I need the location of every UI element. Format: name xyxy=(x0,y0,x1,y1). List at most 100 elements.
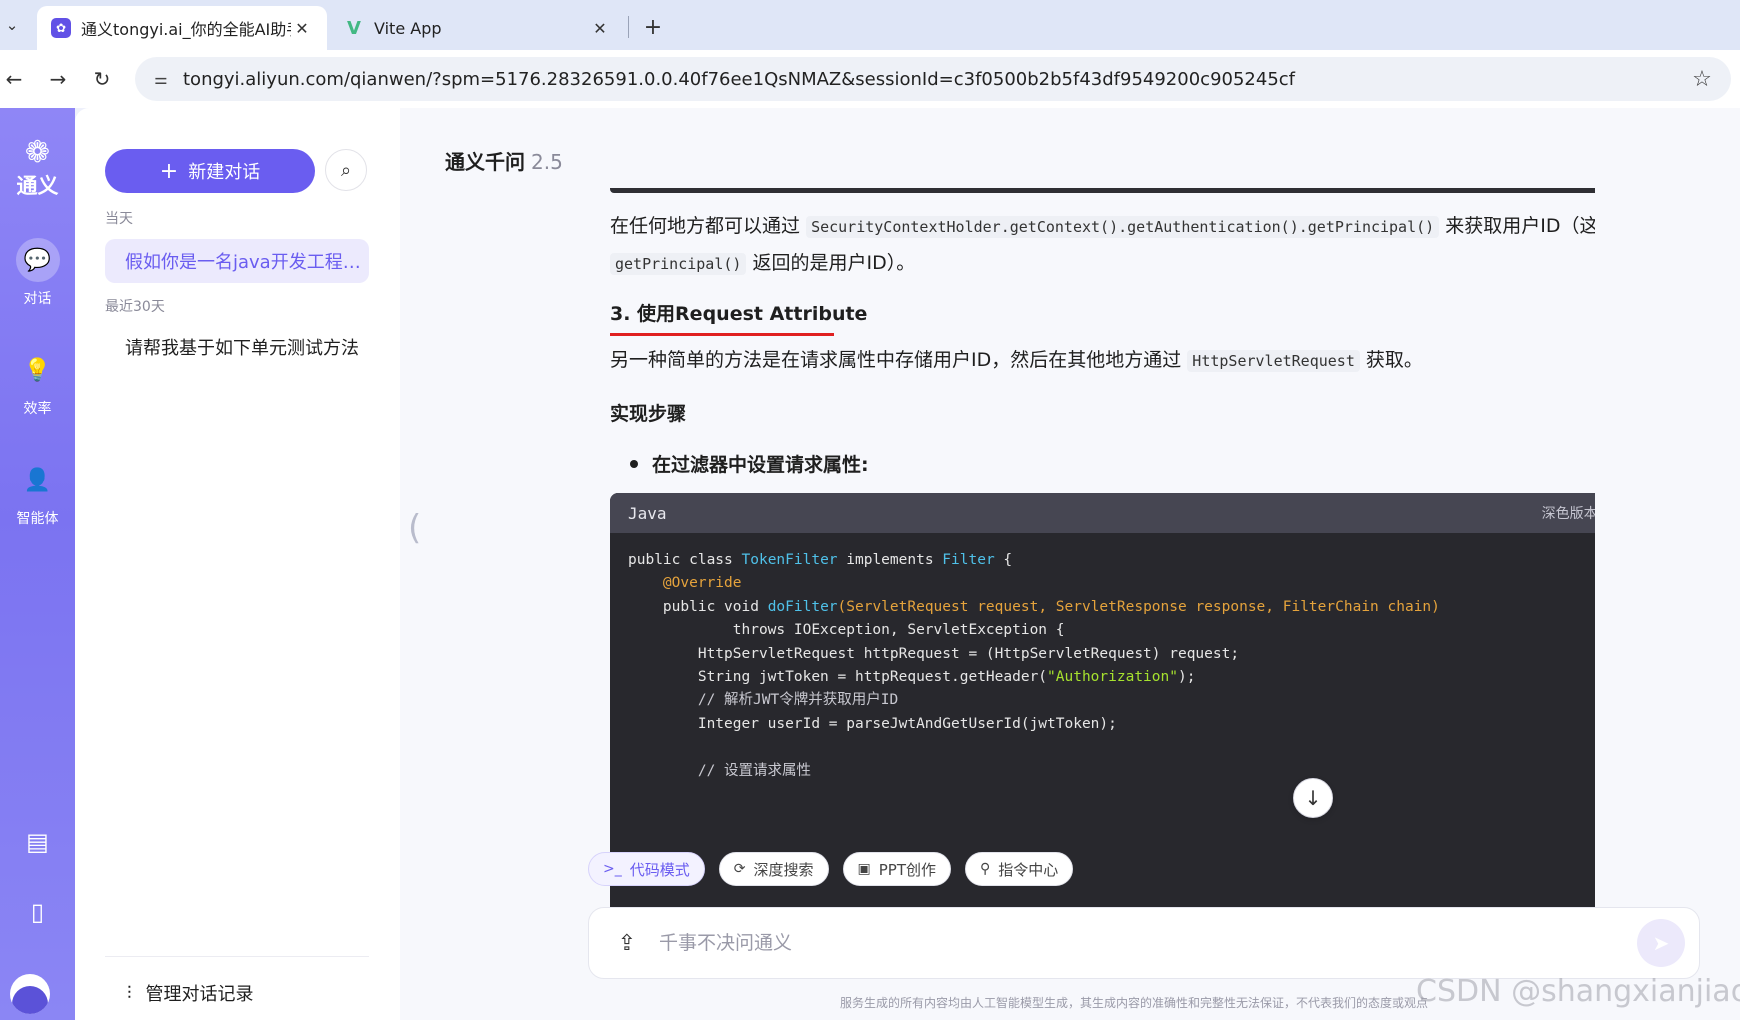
conversation-item[interactable]: 请帮我基于如下单元测试方法 xyxy=(105,325,369,369)
tool-deep-search[interactable]: ⟳ 深度搜索 xyxy=(718,852,829,886)
new-tab-button[interactable]: + xyxy=(638,12,668,42)
browser-tab-vite[interactable]: V Vite App ✕ xyxy=(330,6,625,50)
command-icon: ⚲ xyxy=(980,861,991,877)
section-heading-text: 3. 使用Request Attribute xyxy=(610,303,868,325)
tablet-icon[interactable]: ▯ xyxy=(0,898,75,926)
previous-code-block-edge xyxy=(610,188,1595,193)
tool-code-mode[interactable]: >_ 代码模式 xyxy=(588,852,705,886)
close-icon[interactable]: ✕ xyxy=(589,19,611,38)
paragraph-principal: 在任何地方都可以通过 SecurityContextHolder.getCont… xyxy=(610,208,1595,282)
bookmark-star-icon[interactable]: ☆ xyxy=(1687,67,1717,92)
code-line: @Override xyxy=(662,575,742,592)
browser-toolbar: ← → ↻ ⚌ tongyi.aliyun.com/qianwen/?spm=5… xyxy=(0,50,1740,108)
group-label-recent: 最近30天 xyxy=(105,299,165,315)
code-line: public void doFilter(ServletRequest requ… xyxy=(628,598,1440,615)
manage-history-button[interactable]: ⫶ 管理对话记录 xyxy=(127,980,254,1006)
tongyi-logo[interactable]: ❁ 通义 xyxy=(0,138,75,200)
model-title[interactable]: 通义千问 2.5 xyxy=(445,146,563,175)
model-name: 通义千问 xyxy=(445,150,525,174)
code-line: HttpServletRequest httpRequest = (HttpSe… xyxy=(628,645,1240,662)
conversation-sidebar: + 新建对话 ⌕ 当天 假如你是一名java开发工程… 最近30天 请帮我基于如… xyxy=(75,108,400,1020)
scroll-to-bottom-button[interactable]: ↓ xyxy=(1293,778,1333,818)
avatar[interactable] xyxy=(10,974,50,1014)
text-run: 来获取用户ID（这里假设 xyxy=(1445,215,1595,237)
search-icon[interactable]: ⌕ xyxy=(325,149,367,191)
manage-history-label: 管理对话记录 xyxy=(145,984,254,1005)
forward-arrow-icon[interactable]: → xyxy=(44,65,72,93)
chat-input[interactable] xyxy=(657,931,1637,955)
rail-item-chat[interactable]: 💬 对话 xyxy=(0,238,75,308)
tongyi-favicon-icon: ✿ xyxy=(51,18,71,38)
text-run: 另一种简单的方法是在请求属性中存储用户ID，然后在其他地方通过 xyxy=(610,349,1182,371)
code-line: public class TokenFilter implements Filt… xyxy=(628,552,1013,568)
rail-item-label: 对话 xyxy=(23,291,52,307)
browser-tab-tongyi[interactable]: ✿ 通义tongyi.ai_你的全能AI助手 ✕ xyxy=(37,6,327,50)
send-icon: ➤ xyxy=(1652,931,1670,955)
back-arrow-icon[interactable]: ← xyxy=(0,65,28,93)
tab-list-icon[interactable]: ⌄ xyxy=(0,8,24,42)
code-line: String jwtToken = httpRequest.getHeader(… xyxy=(628,669,1196,686)
tab-title: Vite App xyxy=(374,18,442,38)
sidebar-divider xyxy=(105,956,369,957)
tool-label: PPT创作 xyxy=(878,860,936,879)
upload-icon[interactable]: ⇪ xyxy=(607,931,647,956)
reload-icon[interactable]: ↻ xyxy=(88,65,116,93)
chat-input-box: ⇪ ➤ xyxy=(588,907,1700,979)
tool-chips: >_ 代码模式 ⟳ 深度搜索 ▣ PPT创作 ⚲ 指令中心 xyxy=(588,852,1087,886)
theme-label: 深色版本 xyxy=(1541,506,1595,522)
site-settings-icon[interactable]: ⚌ xyxy=(151,70,171,88)
section-heading: 3. 使用Request Attribute xyxy=(610,299,868,336)
document-icon[interactable]: ▤ xyxy=(0,828,75,856)
code-line: throws IOException, ServletException { xyxy=(628,622,1065,639)
code-block-header: Java 深色版本 ⌄ | ⧉ xyxy=(610,493,1595,533)
url-text[interactable]: tongyi.aliyun.com/qianwen/?spm=5176.2832… xyxy=(183,69,1687,90)
inline-code: HttpServletRequest xyxy=(1187,350,1360,372)
paragraph-request-attribute: 另一种简单的方法是在请求属性中存储用户ID，然后在其他地方通过 HttpServ… xyxy=(610,342,1595,379)
logo-text: 通义 xyxy=(16,174,59,198)
message-content: 在任何地方都可以通过 SecurityContextHolder.getCont… xyxy=(585,188,1595,938)
user-silhouette-icon xyxy=(12,986,48,1014)
bullet-dot xyxy=(630,459,638,468)
sliders-icon: ⫶ xyxy=(127,982,132,1004)
sidebar-collapse-handle[interactable]: ( xyxy=(408,508,421,548)
rail-item-agent[interactable]: 👤 智能体 xyxy=(0,458,75,528)
plus-icon: + xyxy=(159,158,179,184)
disclaimer-text: 服务生成的所有内容均由人工智能模型生成，其生成内容的准确性和完整性无法保证，不代… xyxy=(840,996,1429,1010)
tool-label: 代码模式 xyxy=(629,860,690,879)
lightbulb-icon: 💡 xyxy=(23,357,52,383)
presentation-icon: ▣ xyxy=(857,861,871,877)
rail-item-efficiency[interactable]: 💡 效率 xyxy=(0,348,75,418)
steps-heading: 实现步骤 xyxy=(610,403,687,425)
agent-icon: 👤 xyxy=(23,467,52,493)
list-item: 在过滤器中设置请求属性: xyxy=(630,450,869,477)
new-chat-label: 新建对话 xyxy=(188,162,261,183)
group-label-today: 当天 xyxy=(105,211,133,227)
tool-ppt[interactable]: ▣ PPT创作 xyxy=(842,852,951,886)
code-tools: 深色版本 ⌄ | ⧉ xyxy=(1542,503,1595,523)
theme-dropdown[interactable]: 深色版本 ⌄ xyxy=(1542,503,1595,523)
conversation-item-active[interactable]: 假如你是一名java开发工程… xyxy=(105,239,369,283)
address-bar[interactable]: ⚌ tongyi.aliyun.com/qianwen/?spm=5176.28… xyxy=(135,57,1731,101)
app-root: ❁ 通义 💬 对话 💡 效率 👤 智能体 ▤ ▯ + 新建对话 ⌕ 当天 假如你… xyxy=(0,108,1740,1020)
list-item-text: 在过滤器中设置请求属性: xyxy=(652,454,869,476)
nav-rail: ❁ 通义 💬 对话 💡 效率 👤 智能体 ▤ ▯ xyxy=(0,108,75,1020)
rail-item-label: 智能体 xyxy=(16,511,59,527)
close-icon[interactable]: ✕ xyxy=(291,19,313,38)
tool-label: 深度搜索 xyxy=(753,860,814,879)
tab-divider xyxy=(628,16,629,38)
csdn-watermark: CSDN @shangxianjiao xyxy=(1416,974,1740,1009)
chat-bubble-icon: 💬 xyxy=(15,238,60,282)
new-chat-button[interactable]: + 新建对话 xyxy=(105,149,315,193)
inline-code: SecurityContextHolder.getContext().getAu… xyxy=(806,216,1440,238)
tool-command-center[interactable]: ⚲ 指令中心 xyxy=(965,852,1074,886)
text-run: 返回的是用户ID）。 xyxy=(752,252,916,274)
model-version: 2.5 xyxy=(531,150,563,174)
tab-title: 通义tongyi.ai_你的全能AI助手 xyxy=(81,20,291,39)
code-line: // 解析JWT令牌并获取用户ID xyxy=(628,692,899,709)
vite-favicon-icon: V xyxy=(347,17,361,39)
chat-main: 通义千问 2.5 ( 在任何地方都可以通过 SecurityContextHold… xyxy=(400,108,1740,1020)
send-button[interactable]: ➤ xyxy=(1637,919,1685,967)
text-run: 在任何地方都可以通过 xyxy=(610,215,801,237)
red-underline-annotation xyxy=(610,333,834,336)
